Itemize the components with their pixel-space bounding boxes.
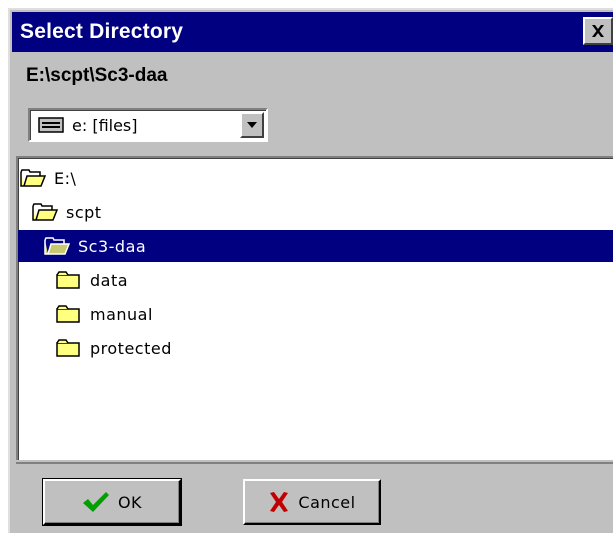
folder-icon bbox=[56, 305, 80, 323]
drive-select[interactable]: e: [files] bbox=[28, 108, 268, 142]
cancel-button[interactable]: Cancel bbox=[243, 479, 381, 525]
tree-item-protected[interactable]: protected bbox=[18, 332, 613, 364]
tree-item-label: scpt bbox=[66, 202, 102, 222]
checkmark-icon bbox=[82, 492, 109, 512]
dialog-title: Select Directory bbox=[20, 20, 184, 43]
tree-item-label: manual bbox=[90, 304, 153, 324]
button-bar: OK Cancel bbox=[16, 462, 613, 535]
tree-item-label: data bbox=[90, 270, 129, 290]
cancel-button-label: Cancel bbox=[298, 492, 356, 512]
folder-icon bbox=[56, 271, 80, 289]
folder-icon bbox=[56, 339, 80, 357]
drive-dropdown-button[interactable] bbox=[240, 112, 264, 138]
drive-select-value: e: [files] bbox=[72, 115, 138, 135]
drive-icon bbox=[38, 117, 64, 133]
chevron-down-icon bbox=[247, 122, 257, 128]
ok-button-label: OK bbox=[117, 492, 143, 512]
tree-item-data[interactable]: data bbox=[18, 264, 613, 296]
tree-item-label: Sc3-daa bbox=[78, 236, 147, 256]
cancel-x-icon bbox=[270, 492, 289, 512]
tree-item-label: E:\ bbox=[54, 168, 77, 188]
title-bar[interactable]: Select Directory bbox=[12, 12, 613, 52]
directory-tree[interactable]: E:\ scpt Sc3-daa data manual protected bbox=[16, 156, 613, 460]
tree-item-label: protected bbox=[90, 338, 172, 358]
ok-button[interactable]: OK bbox=[42, 478, 182, 526]
tree-item-root[interactable]: E:\ bbox=[18, 162, 613, 194]
close-button[interactable] bbox=[583, 17, 613, 45]
tree-item-manual[interactable]: manual bbox=[18, 298, 613, 330]
open-folder-icon bbox=[20, 169, 46, 187]
current-path-label: E:\scpt\Sc3-daa bbox=[26, 65, 168, 86]
tree-item-sc3-daa[interactable]: Sc3-daa bbox=[18, 230, 613, 262]
select-directory-dialog: Select Directory E:\scpt\Sc3-daa e: [fil… bbox=[8, 8, 613, 533]
open-folder-icon bbox=[32, 203, 58, 221]
close-icon bbox=[592, 25, 604, 37]
tree-item-scpt[interactable]: scpt bbox=[18, 196, 613, 228]
open-folder-icon bbox=[44, 237, 70, 255]
